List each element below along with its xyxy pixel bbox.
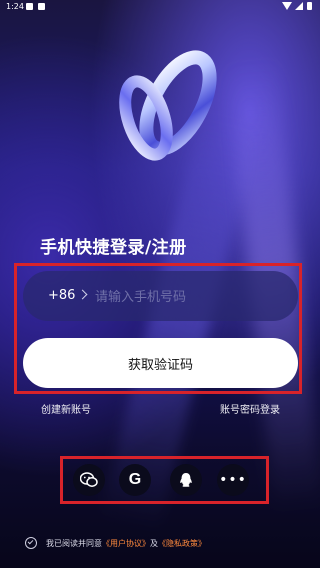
- highlight-box-login-form: [14, 263, 302, 394]
- user-agreement-link[interactable]: 《用户协议》: [102, 538, 150, 549]
- privacy-policy-link[interactable]: 《隐私政策》: [158, 538, 206, 549]
- agreement-conjunction: 及: [150, 538, 158, 548]
- highlight-box-social-login: [60, 456, 269, 504]
- agreement-prefix: 我已阅读并同意: [46, 538, 102, 548]
- agreement-checkbox[interactable]: [25, 537, 37, 549]
- wifi-icon: [282, 2, 292, 10]
- password-login-link[interactable]: 账号密码登录: [220, 401, 280, 416]
- status-bar: 1:24: [0, 0, 320, 14]
- app-logo: [108, 48, 218, 168]
- create-account-link[interactable]: 创建新账号: [41, 401, 91, 416]
- status-time: 1:24: [6, 2, 24, 11]
- page-title: 手机快捷登录/注册: [40, 238, 187, 258]
- notification-icon: [26, 3, 33, 10]
- agreement-row: 我已阅读并同意 《用户协议》 及 《隐私政策》: [25, 537, 206, 549]
- battery-icon: [307, 2, 312, 10]
- signal-icon: [295, 2, 303, 10]
- notification-icon: [38, 3, 45, 10]
